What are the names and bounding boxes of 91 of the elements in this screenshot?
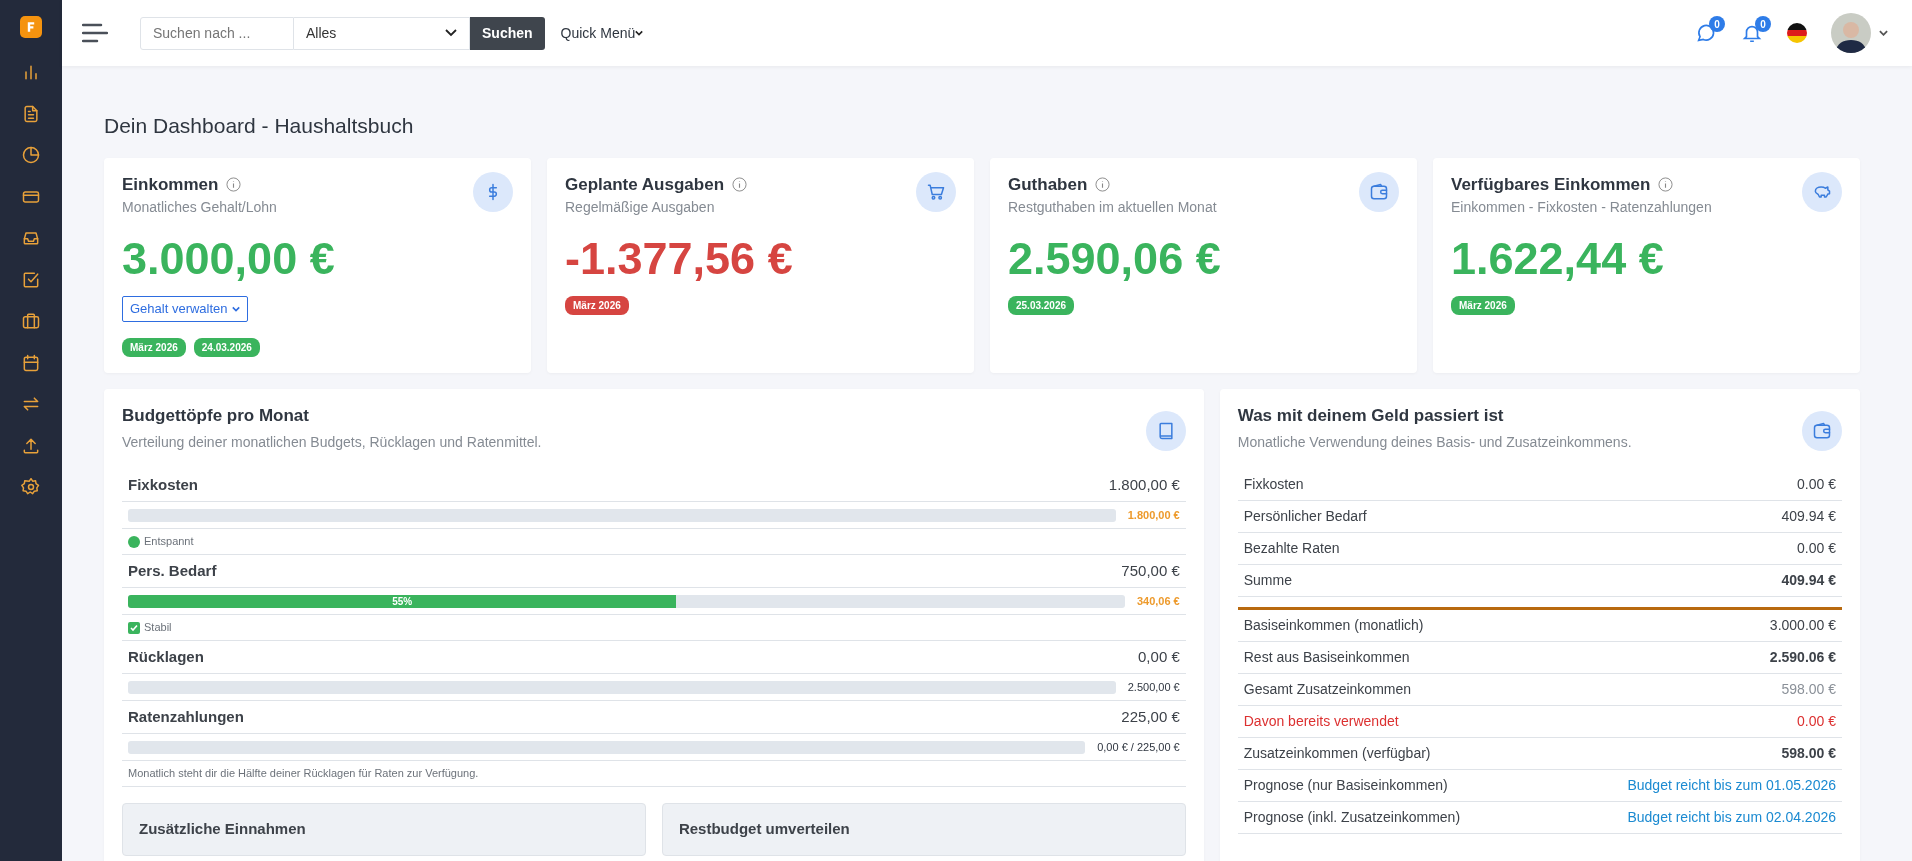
row-label: Davon bereits verwendet: [1243, 712, 1399, 731]
row-label: Bezahlte Raten: [1243, 539, 1340, 558]
budget-label: Pers. Bedarf: [128, 560, 217, 581]
status-dot-icon: [128, 535, 140, 548]
budget-label: Rücklagen: [128, 646, 204, 667]
amount: 3.000,00 €: [122, 232, 336, 286]
info-icon[interactable]: [1095, 176, 1111, 192]
card-subtitle: Einkommen - Fixkosten - Ratenzahlungen: [1451, 198, 1712, 217]
row-label: Fixkosten: [1243, 475, 1304, 494]
logo-icon[interactable]: [20, 16, 42, 38]
card-title: Verfügbares Einkommen: [1451, 173, 1651, 196]
menu-icon[interactable]: [82, 23, 108, 43]
card-subtitle: Restguthaben im aktuellen Monat: [1008, 198, 1217, 217]
page-title: Dein Dashboard - Haushaltsbuch: [104, 113, 415, 139]
search-button[interactable]: Suchen: [470, 16, 545, 50]
status-text: Stabil: [144, 620, 172, 636]
document-icon[interactable]: [21, 103, 41, 124]
flag-icon[interactable]: [1787, 23, 1807, 43]
wallet-icon: [1812, 420, 1832, 441]
calendar-icon[interactable]: [21, 352, 41, 373]
date-badge: März 2026: [565, 296, 629, 315]
budget-reading: 2.500,00 €: [1127, 679, 1180, 695]
date-badge: März 2026: [122, 337, 186, 357]
note-text: Monatlich steht dir die Hälfte deiner Rücklagen für Raten zur Verfügung.: [128, 766, 479, 782]
row-label: Gesamt Zusatzeinkommen: [1243, 680, 1412, 699]
budget-amount: 1.800,00 €: [1108, 474, 1180, 495]
chevron-icon: [635, 30, 644, 36]
card-title: Einkommen: [122, 173, 219, 196]
row-label: Summe: [1243, 571, 1292, 590]
budget-label: Ratenzahlungen: [128, 706, 244, 727]
count-badge: 0: [1709, 16, 1725, 32]
checkmark-icon: [128, 621, 140, 634]
swap-arrows-icon[interactable]: [21, 394, 41, 414]
panel-title: Was mit deinem Geld passiert ist: [1237, 404, 1505, 427]
chevron-icon: [231, 305, 240, 312]
panel-title: Budgettöpfe pro Monat: [122, 404, 310, 427]
row-value: 409.94 €: [1781, 507, 1836, 526]
row-label: Zusatzeinkommen (verfügbar): [1243, 744, 1431, 763]
budget-label: Fixkosten: [128, 474, 199, 495]
info-icon[interactable]: [1658, 176, 1674, 192]
card-subtitle: Monatliches Gehalt/Lohn: [122, 198, 277, 217]
row-value: 0.00 €: [1797, 475, 1836, 494]
row-label: Prognose (nur Basiseinkommen): [1243, 776, 1448, 795]
row-value: 598.00 €: [1781, 744, 1836, 763]
date-badge: März 2026: [1451, 296, 1515, 315]
budget-reading: 0,00 € / 225,00 €: [1097, 739, 1180, 755]
budget-reading: 340,06 €: [1136, 593, 1180, 609]
card-title: Geplante Ausgaben: [565, 173, 724, 196]
amount: 1.622,44 €: [1451, 232, 1665, 286]
row-value: 3.000.00 €: [1769, 616, 1836, 635]
card-subtitle: Regelmäßige Ausgaben: [565, 198, 716, 217]
row-value: Budget reicht bis zum 02.04.2026: [1627, 808, 1836, 827]
briefcase-icon[interactable]: [21, 311, 41, 331]
row-value: 409.94 €: [1781, 571, 1836, 590]
row-label: Persönlicher Bedarf: [1243, 507, 1367, 526]
date-badge: 25.03.2026: [1008, 296, 1075, 315]
caret-icon[interactable]: [1879, 30, 1888, 36]
date-badge: 24.03.2026: [193, 337, 260, 357]
settings-icon[interactable]: [21, 477, 41, 497]
subpanel-title: Restbudget umverteilen: [661, 803, 1186, 856]
budget-amount: 225,00 €: [1121, 706, 1180, 727]
row-value: 0.00 €: [1797, 539, 1836, 558]
budget-reading: 1.800,00 €: [1127, 507, 1180, 523]
budget-amount: 750,00 €: [1121, 560, 1180, 581]
wallet-icon: [1369, 181, 1389, 202]
chevron-icon: [445, 29, 457, 37]
row-label: Rest aus Basiseinkommen: [1243, 648, 1410, 667]
row-value: 598.00 €: [1781, 680, 1836, 699]
progress-fill: 55%: [128, 594, 677, 608]
avatar[interactable]: [1831, 13, 1871, 53]
count-badge: 0: [1755, 16, 1771, 32]
row-value: 0.00 €: [1797, 712, 1836, 731]
row-value: 2.590.06 €: [1769, 648, 1836, 667]
subpanel-title: Zusätzliche Einnahmen: [122, 803, 646, 856]
status-text: Entspannt: [144, 534, 194, 550]
search-field[interactable]: Suchen nach ...: [140, 16, 294, 50]
quick-menu[interactable]: Quick Menü: [560, 22, 644, 44]
budget-amount: 0,00 €: [1138, 646, 1180, 667]
info-icon[interactable]: [732, 176, 747, 192]
amount: 2.590,06 €: [1008, 232, 1222, 286]
row-label: Prognose (inkl. Zusatzeinkommen): [1243, 808, 1461, 827]
panel-subtitle: Verteilung deiner monatlichen Budgets, Rücklagen und Ratenmittel.: [122, 433, 542, 452]
info-icon[interactable]: [226, 176, 242, 192]
row-value: Budget reicht bis zum 01.05.2026: [1627, 776, 1836, 795]
pie-chart-icon[interactable]: [21, 145, 41, 165]
card-title: Guthaben: [1008, 173, 1088, 196]
amount: -1.377,56 €: [565, 232, 794, 286]
scope-dropdown[interactable]: Alles: [294, 16, 470, 50]
panel-subtitle: Monatliche Verwendung deines Basis- und Zusatzeinkommens.: [1237, 433, 1632, 452]
row-label: Basiseinkommen (monatlich): [1243, 616, 1424, 635]
manage-salary-button[interactable]: Gehalt verwalten: [122, 296, 248, 322]
